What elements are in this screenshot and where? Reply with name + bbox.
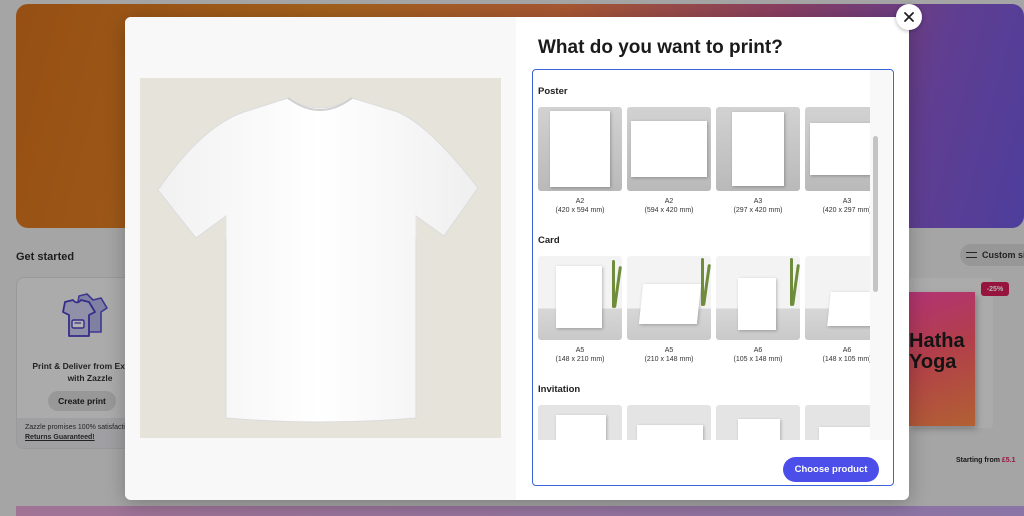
product-option-card-a6-landscape[interactable]: A6 (148 x 105 mm): [805, 256, 870, 365]
product-label: A6 (148 x 105 mm): [822, 347, 870, 364]
scrollbar-thumb[interactable]: [873, 136, 878, 292]
product-label: A5 (148 x 210 mm): [555, 347, 605, 364]
product-thumbnail: [538, 256, 622, 340]
product-label: A3 (297 x 420 mm): [733, 198, 783, 215]
product-list-panel[interactable]: Poster A2 (420 x 594 mm) A2 (594 x 420 mm)…: [532, 69, 894, 486]
product-option-card-a5-portrait[interactable]: A5 (148 x 210 mm): [538, 256, 622, 365]
choose-product-button[interactable]: Choose product: [783, 457, 879, 482]
print-product-modal: What do you want to print? Poster A2 (420…: [125, 17, 909, 500]
product-option-poster-a3-portrait[interactable]: A3 (297 x 420 mm): [716, 107, 800, 216]
product-thumbnail: [538, 405, 622, 440]
product-label: A3 (420 x 297 mm): [822, 198, 870, 215]
product-thumbnail: [805, 256, 870, 340]
product-option-poster-a2-portrait[interactable]: A2 (420 x 594 mm): [538, 107, 622, 216]
product-label: A6 (105 x 148 mm): [733, 347, 783, 364]
section-title-poster: Poster: [538, 86, 568, 97]
product-label: A2 (420 x 594 mm): [555, 198, 605, 215]
product-option-invitation[interactable]: [805, 405, 870, 440]
product-thumbnail: [627, 405, 711, 440]
product-list[interactable]: Poster A2 (420 x 594 mm) A2 (594 x 420 mm)…: [533, 70, 870, 440]
product-preview-image: [140, 78, 501, 438]
product-label: A5 (210 x 148 mm): [644, 347, 694, 364]
tshirt-mockup: [157, 97, 479, 423]
preview-pane: [125, 17, 516, 500]
product-option-card-a6-portrait[interactable]: A6 (105 x 148 mm): [716, 256, 800, 365]
close-modal-button[interactable]: [896, 4, 922, 30]
product-option-card-a5-landscape[interactable]: A5 (210 x 148 mm): [627, 256, 711, 365]
product-thumbnail: [716, 405, 800, 440]
product-option-poster-a2-landscape[interactable]: A2 (594 x 420 mm): [627, 107, 711, 216]
section-title-invitation: Invitation: [538, 384, 581, 395]
product-option-invitation[interactable]: [716, 405, 800, 440]
section-title-card: Card: [538, 235, 560, 246]
poster-row: A2 (420 x 594 mm) A2 (594 x 420 mm) A3 (297…: [538, 107, 870, 216]
invitation-row: [538, 405, 870, 440]
product-option-invitation[interactable]: [538, 405, 622, 440]
product-thumbnail: [627, 256, 711, 340]
product-thumbnail: [716, 107, 800, 191]
product-thumbnail: [805, 107, 870, 191]
product-thumbnail: [716, 256, 800, 340]
product-thumbnail: [627, 107, 711, 191]
close-icon: [904, 12, 914, 22]
modal-title: What do you want to print?: [538, 37, 783, 58]
product-label: A2 (594 x 420 mm): [644, 198, 694, 215]
card-row: A5 (148 x 210 mm) A5 (210 x 148 mm) A6 (…: [538, 256, 870, 365]
product-option-invitation[interactable]: [627, 405, 711, 440]
product-thumbnail: [805, 405, 870, 440]
product-option-poster-a3-landscape[interactable]: A3 (420 x 297 mm): [805, 107, 870, 216]
product-thumbnail: [538, 107, 622, 191]
